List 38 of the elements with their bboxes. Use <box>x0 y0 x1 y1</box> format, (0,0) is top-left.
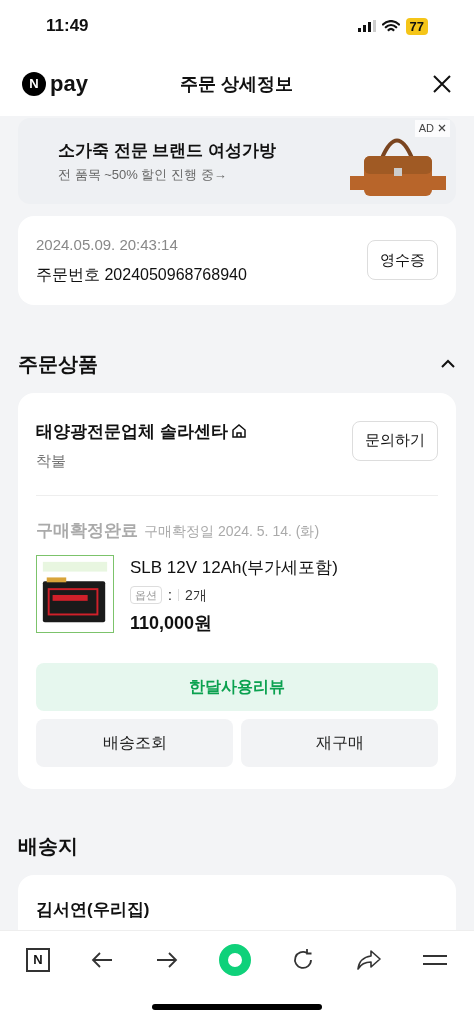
wifi-icon <box>381 19 400 33</box>
chevron-icon[interactable] <box>440 358 456 369</box>
receipt-button[interactable]: 영수증 <box>367 240 438 281</box>
recipient-name: 김서연(우리집) <box>36 899 150 919</box>
option-separator: : <box>168 585 172 605</box>
option-quantity: 2개 <box>184 585 207 605</box>
signal-icon <box>357 20 376 32</box>
product-name[interactable]: SLB 12V 12Ah(부가세포함) <box>130 555 338 581</box>
option-tag: 옵션 <box>130 585 162 605</box>
logo-mark: N <box>22 72 46 96</box>
page-title: 주문 상세정보 <box>180 72 294 96</box>
section-title: 배송지 <box>17 833 79 859</box>
shipping-fee: 착불 <box>36 451 67 471</box>
seller-name[interactable]: 태양광전문업체 솔라센타 <box>36 418 228 444</box>
share-icon[interactable] <box>355 949 382 971</box>
order-status: 구매확정완료 <box>36 519 138 542</box>
back-icon[interactable] <box>90 950 115 970</box>
battery-level: 77 <box>405 17 428 35</box>
confirm-date: 구매확정일 2024. 5. 14. (화) <box>144 521 320 541</box>
action-button[interactable]: 재구매 <box>241 718 438 767</box>
logo-text: pay <box>50 73 88 95</box>
product-price: 110,000원 <box>130 611 214 635</box>
close-icon[interactable] <box>438 124 446 133</box>
close-icon[interactable] <box>432 74 452 94</box>
inquiry-button[interactable]: 문의하기 <box>352 420 438 461</box>
forward-icon[interactable] <box>154 950 179 970</box>
status-time: 11:49 <box>46 15 89 38</box>
action-button[interactable]: 배송조회 <box>36 718 233 767</box>
section-title: 주문상품 <box>18 351 98 377</box>
order-number: 주문번호 2024050968768940 <box>36 264 247 285</box>
ad-headline: 소가죽 전문 브랜드 여성가방 <box>58 139 277 162</box>
home-icon <box>230 423 247 440</box>
ad-subline: 전 품목 ~50% 할인 진행 중→ <box>58 166 228 184</box>
ad-banner[interactable]: 소가죽 전문 브랜드 여성가방 전 품목 ~50% 할인 진행 중→ AD <box>18 118 456 204</box>
ad-label: AD <box>418 121 434 136</box>
menu-icon[interactable] <box>421 953 448 967</box>
order-datetime: 2024.05.09. 20:43:14 <box>36 235 179 255</box>
home-key[interactable]: N <box>26 948 50 972</box>
